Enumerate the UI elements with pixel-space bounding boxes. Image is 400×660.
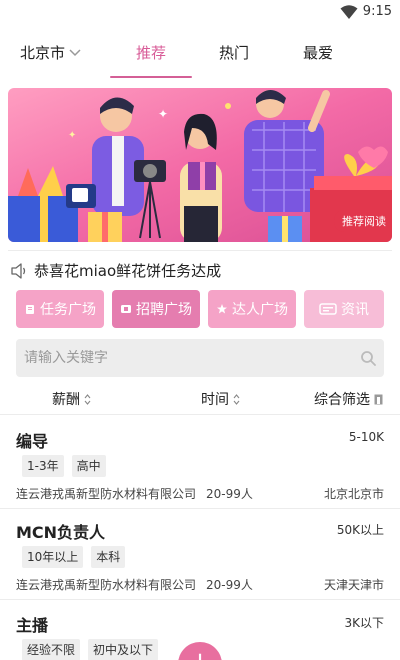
chevron-down-icon	[69, 48, 81, 56]
notice-text: 恭喜花miao鲜花饼任务达成	[34, 262, 222, 280]
status-time: 9:15	[362, 4, 392, 19]
tab-hot[interactable]: 热门	[204, 42, 264, 63]
job-tag: 高中	[71, 455, 106, 477]
job-salary: 5-10K	[348, 430, 384, 444]
recruit-icon	[121, 305, 131, 313]
svg-text:✦: ✦	[158, 107, 168, 121]
star-icon	[217, 304, 227, 314]
job-salary: 3K以下	[344, 616, 384, 630]
promo-banner[interactable]: ✦ ✦ ✦	[8, 88, 392, 242]
job-item[interactable]: MCN负责人 50K以上 10年以上 本科 连云港戎禹新型防水材料有限公司 20-…	[0, 519, 400, 600]
filter-label: 时间	[201, 392, 229, 408]
city-label: 北京市	[20, 44, 66, 62]
job-tags: 1-3年 高中	[22, 455, 106, 477]
quick-link-label: 资讯	[341, 302, 369, 318]
quick-link-news[interactable]: 资讯	[304, 290, 384, 328]
job-company: 连云港戎禹新型防水材料有限公司 20-99人	[16, 485, 253, 502]
company-name: 连云港戎禹新型防水材料有限公司	[16, 578, 197, 592]
company-size: 20-99人	[206, 578, 253, 592]
wifi-icon	[340, 5, 358, 19]
filter-bar: 薪酬 时间 综合筛选	[0, 383, 400, 415]
job-item[interactable]: 编导 5-10K 1-3年 高中 连云港戎禹新型防水材料有限公司 20-99人 北…	[0, 428, 400, 509]
quick-link-talent-square[interactable]: 达人广场	[208, 290, 296, 328]
job-title: 主播	[16, 616, 49, 635]
job-tag: 经验不限	[22, 639, 81, 660]
sort-icon	[233, 393, 240, 405]
sort-icon	[84, 393, 91, 405]
search-icon[interactable]	[360, 350, 376, 366]
filter-time[interactable]: 时间	[201, 389, 240, 409]
job-salary: 50K以上	[336, 523, 384, 537]
job-tag: 10年以上	[22, 546, 84, 568]
job-tags: 经验不限 初中及以下	[22, 639, 159, 660]
filter-label: 综合筛选	[314, 392, 370, 408]
company-name: 连云港戎禹新型防水材料有限公司	[16, 487, 197, 501]
tab-favorite[interactable]: 最爱	[288, 42, 348, 63]
news-icon	[319, 303, 337, 315]
filter-label: 薪酬	[52, 392, 80, 408]
tab-recommend[interactable]: 推荐	[121, 42, 181, 63]
city-selector[interactable]: 北京市	[20, 42, 81, 63]
notice-bar[interactable]: 恭喜花miao鲜花饼任务达成	[10, 260, 221, 281]
status-bar: 9:15	[0, 0, 400, 24]
divider	[8, 250, 392, 251]
quick-link-label: 达人广场	[232, 302, 288, 318]
job-tags: 10年以上 本科	[22, 546, 126, 568]
quick-link-task-square[interactable]: 任务广场	[16, 290, 104, 328]
divider	[0, 508, 400, 509]
job-tag: 1-3年	[22, 455, 64, 477]
filter-comprehensive[interactable]: 综合筛选	[314, 389, 383, 409]
divider	[0, 599, 400, 600]
quick-links: 任务广场 招聘广场 达人广场 资讯	[16, 290, 386, 328]
job-location: 天津天津市	[323, 578, 384, 592]
job-title: MCN负责人	[16, 523, 106, 542]
quick-link-label: 招聘广场	[136, 302, 192, 318]
search-bar	[16, 339, 384, 377]
job-tag: 本科	[91, 546, 126, 568]
filter-icon	[374, 394, 383, 404]
quick-link-recruit-square[interactable]: 招聘广场	[112, 290, 200, 328]
task-icon	[26, 305, 34, 314]
job-title: 编导	[16, 432, 49, 451]
active-tab-indicator	[110, 76, 192, 78]
banner-badge: 推荐阅读	[334, 210, 392, 232]
company-size: 20-99人	[206, 487, 253, 501]
quick-link-label: 任务广场	[40, 302, 96, 318]
search-input[interactable]	[24, 350, 360, 366]
svg-text:✦: ✦	[68, 130, 76, 141]
top-nav: 北京市 推荐 热门 最爱	[0, 34, 400, 80]
job-tag: 初中及以下	[88, 639, 159, 660]
job-company: 连云港戎禹新型防水材料有限公司 20-99人	[16, 576, 253, 593]
filter-salary[interactable]: 薪酬	[52, 389, 91, 409]
speaker-icon	[11, 262, 26, 279]
job-location: 北京北京市	[323, 487, 384, 501]
